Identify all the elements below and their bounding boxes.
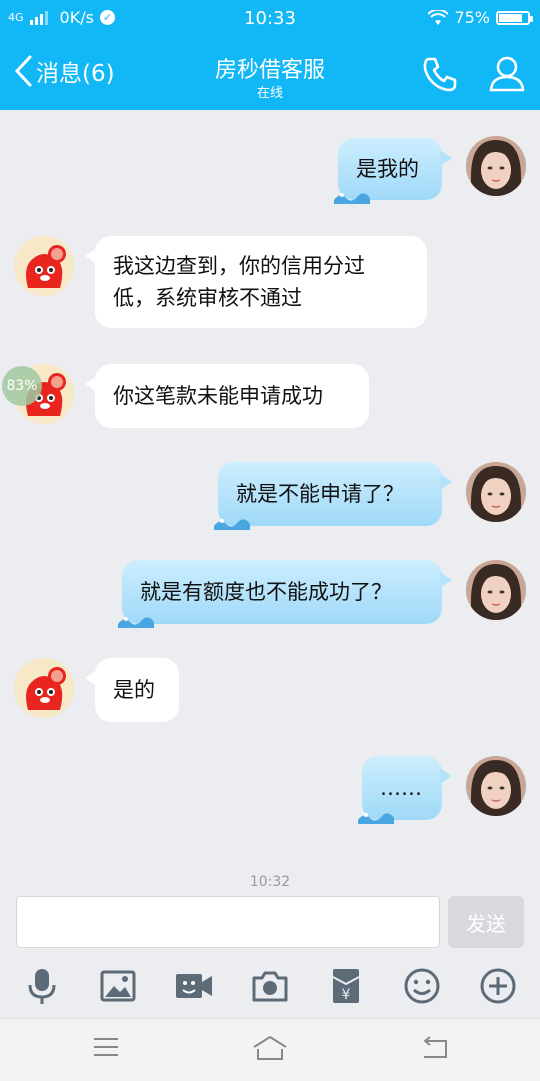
bot-avatar[interactable] — [14, 658, 74, 718]
user-photo — [466, 136, 526, 196]
message-bubble-sent[interactable]: 就是有额度也不能成功了？ — [118, 560, 452, 628]
menu-button[interactable] — [92, 1035, 120, 1063]
red-packet-button[interactable]: ¥ — [326, 966, 366, 1006]
message-bubble-sent[interactable]: 是我的 — [334, 138, 452, 204]
microphone-icon — [28, 969, 56, 1004]
message-text: 就是有额度也不能成功了？ — [140, 580, 392, 604]
mascot-icon — [14, 658, 74, 718]
message-text: 你这笔款未能申请成功 — [113, 384, 323, 408]
battery-percent: 75% — [454, 8, 490, 27]
my-avatar[interactable] — [466, 462, 526, 522]
input-toolbar: ¥ — [0, 956, 540, 1018]
person-icon — [489, 56, 525, 92]
image-button[interactable] — [98, 966, 138, 1006]
message-text-line: 我这边查到，你的信用分过 — [113, 254, 365, 278]
video-icon — [176, 974, 212, 998]
camera-icon — [252, 971, 288, 1002]
emoji-icon — [404, 968, 440, 1004]
camera-button[interactable] — [250, 966, 290, 1006]
wave-icon — [334, 193, 370, 204]
chat-header: 消息(6) 房秒借客服 在线 — [0, 36, 540, 110]
home-icon — [253, 1035, 287, 1060]
profile-button[interactable] — [488, 54, 526, 98]
wifi-icon — [428, 9, 449, 25]
battery-icon — [496, 10, 533, 25]
message-bubble-sent[interactable]: 就是不能申请了？ — [214, 462, 452, 530]
my-avatar[interactable] — [466, 756, 526, 816]
return-icon — [423, 1036, 447, 1058]
plus-icon — [480, 968, 516, 1004]
message-text: 是我的 — [356, 157, 419, 181]
status-right: 75% — [428, 8, 533, 27]
emoji-button[interactable] — [402, 966, 442, 1006]
message-bubble-received[interactable]: 我这边查到，你的信用分过 低，系统审核不通过 — [85, 236, 427, 328]
message-text: 就是不能申请了？ — [236, 482, 404, 506]
phone-icon — [423, 57, 457, 92]
menu-icon — [94, 1038, 118, 1056]
message-bubble-received[interactable]: 你这笔款未能申请成功 — [85, 364, 369, 428]
system-nav-bar — [0, 1018, 540, 1081]
back-system-button[interactable] — [420, 1035, 450, 1065]
composer: 发送 — [0, 890, 540, 956]
wave-icon — [118, 617, 154, 628]
call-button[interactable] — [420, 54, 460, 98]
upload-progress-badge: 83% — [2, 366, 42, 406]
video-call-button[interactable] — [174, 966, 214, 1006]
message-text-line: 低，系统审核不通过 — [113, 286, 302, 310]
status-bar: 4G 0K/s ✓ 10:33 75% — [0, 0, 540, 36]
my-avatar[interactable] — [466, 560, 526, 620]
wave-icon — [214, 519, 250, 530]
user-photo — [466, 560, 526, 620]
wave-icon — [358, 813, 394, 824]
send-button[interactable]: 发送 — [448, 896, 524, 948]
timestamp: 10:32 — [249, 874, 291, 890]
message-bubble-sent[interactable]: …… — [358, 756, 452, 824]
message-text: …… — [380, 776, 422, 800]
user-photo — [466, 462, 526, 522]
message-text: 是的 — [113, 678, 155, 702]
image-icon — [100, 970, 136, 1002]
message-list[interactable]: 是我的 我这边查到，你的信用分过 低，系统审核不通过 83% 你这笔款未能申请成… — [0, 110, 540, 890]
bot-avatar[interactable] — [14, 236, 74, 296]
mascot-icon — [14, 236, 74, 296]
voice-button[interactable] — [22, 966, 62, 1006]
red-packet-icon: ¥ — [332, 969, 360, 1003]
more-button[interactable] — [478, 966, 518, 1006]
my-avatar[interactable] — [466, 136, 526, 196]
home-button[interactable] — [252, 1035, 288, 1065]
message-bubble-received[interactable]: 是的 — [85, 658, 179, 722]
message-input[interactable] — [16, 896, 440, 948]
svg-text:¥: ¥ — [342, 987, 351, 1003]
user-photo — [466, 756, 526, 816]
